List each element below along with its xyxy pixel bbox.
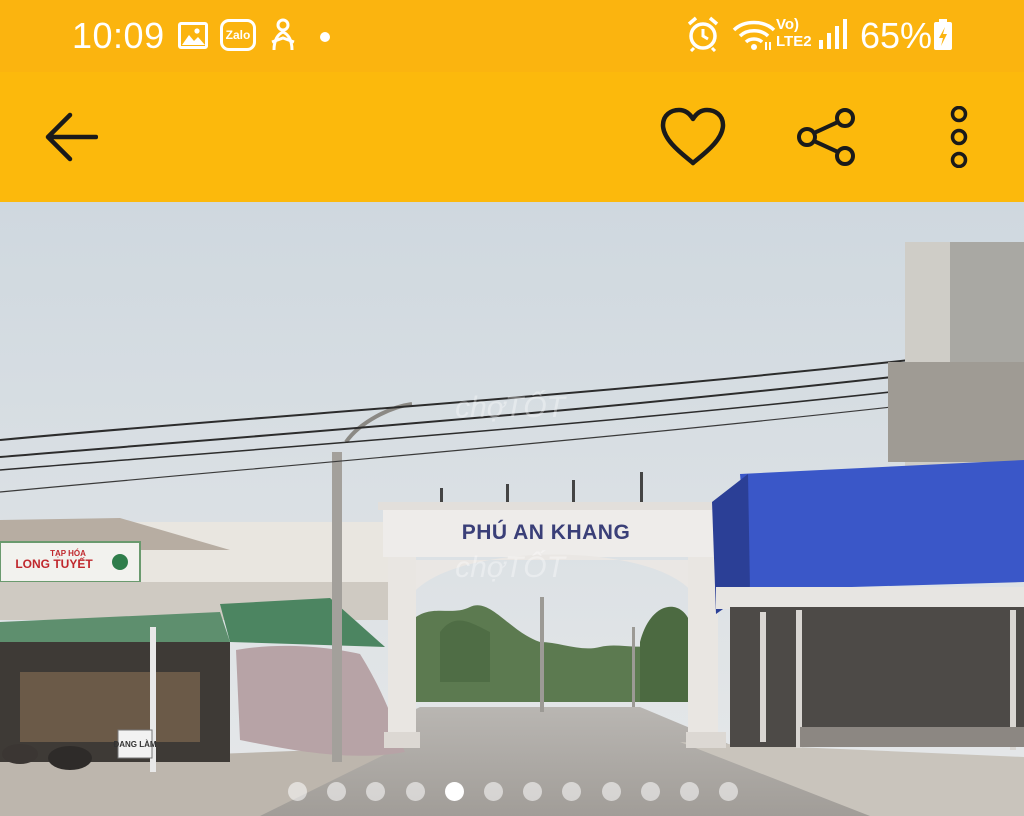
share-button[interactable] xyxy=(782,94,872,180)
pagination-dot[interactable] xyxy=(288,782,307,801)
pagination-dot[interactable] xyxy=(601,782,621,801)
wifi-icon xyxy=(732,18,776,57)
back-arrow-icon xyxy=(45,112,98,162)
share-icon xyxy=(797,108,855,166)
shop-sign-name: LONG TUYẾT xyxy=(15,556,93,571)
volte-icon: Vo) LTE2 xyxy=(776,16,812,50)
pagination-dot[interactable] xyxy=(523,782,543,801)
back-button[interactable] xyxy=(25,94,115,180)
battery-charging-icon xyxy=(932,18,954,57)
street-sign: ĐANG LÀM xyxy=(113,740,156,749)
signal-icon xyxy=(818,18,848,55)
alarm-icon xyxy=(686,16,720,57)
pagination-dot[interactable] xyxy=(562,782,582,801)
app-bar xyxy=(0,72,1024,202)
pagination-dot[interactable] xyxy=(405,782,425,801)
heart-icon xyxy=(660,107,726,166)
notification-dot xyxy=(320,32,330,42)
pagination-dot[interactable] xyxy=(366,782,386,801)
person-icon xyxy=(268,18,298,57)
gallery-icon xyxy=(178,22,208,49)
watermark: chợTỐT xyxy=(455,390,567,424)
pagination-dot[interactable] xyxy=(444,782,464,801)
favorite-button[interactable] xyxy=(648,94,738,180)
listing-photo[interactable]: TẠP HÓA LONG TUYẾT ĐANG LÀM PHÚ AN KHANG… xyxy=(0,202,1024,816)
more-button[interactable] xyxy=(914,94,1004,180)
status-time: 10:09 xyxy=(72,15,165,56)
pagination-dot[interactable] xyxy=(640,782,660,801)
pagination-dot[interactable] xyxy=(327,782,347,801)
pagination-dot[interactable] xyxy=(719,782,739,801)
status-bar: 10:09 Zalo Vo) LTE2 65% xyxy=(0,0,1024,72)
more-vertical-icon xyxy=(950,106,968,168)
pagination-dot[interactable] xyxy=(680,782,699,801)
pagination-dots[interactable] xyxy=(0,780,1024,804)
battery-percent: 65% xyxy=(860,15,933,56)
zalo-icon: Zalo xyxy=(220,19,256,51)
gate-sign: PHÚ AN KHANG xyxy=(462,520,631,544)
watermark-2: chợTỐT xyxy=(455,550,567,584)
pagination-dot[interactable] xyxy=(484,782,503,801)
image-gallery[interactable]: TẠP HÓA LONG TUYẾT ĐANG LÀM PHÚ AN KHANG… xyxy=(0,202,1024,816)
